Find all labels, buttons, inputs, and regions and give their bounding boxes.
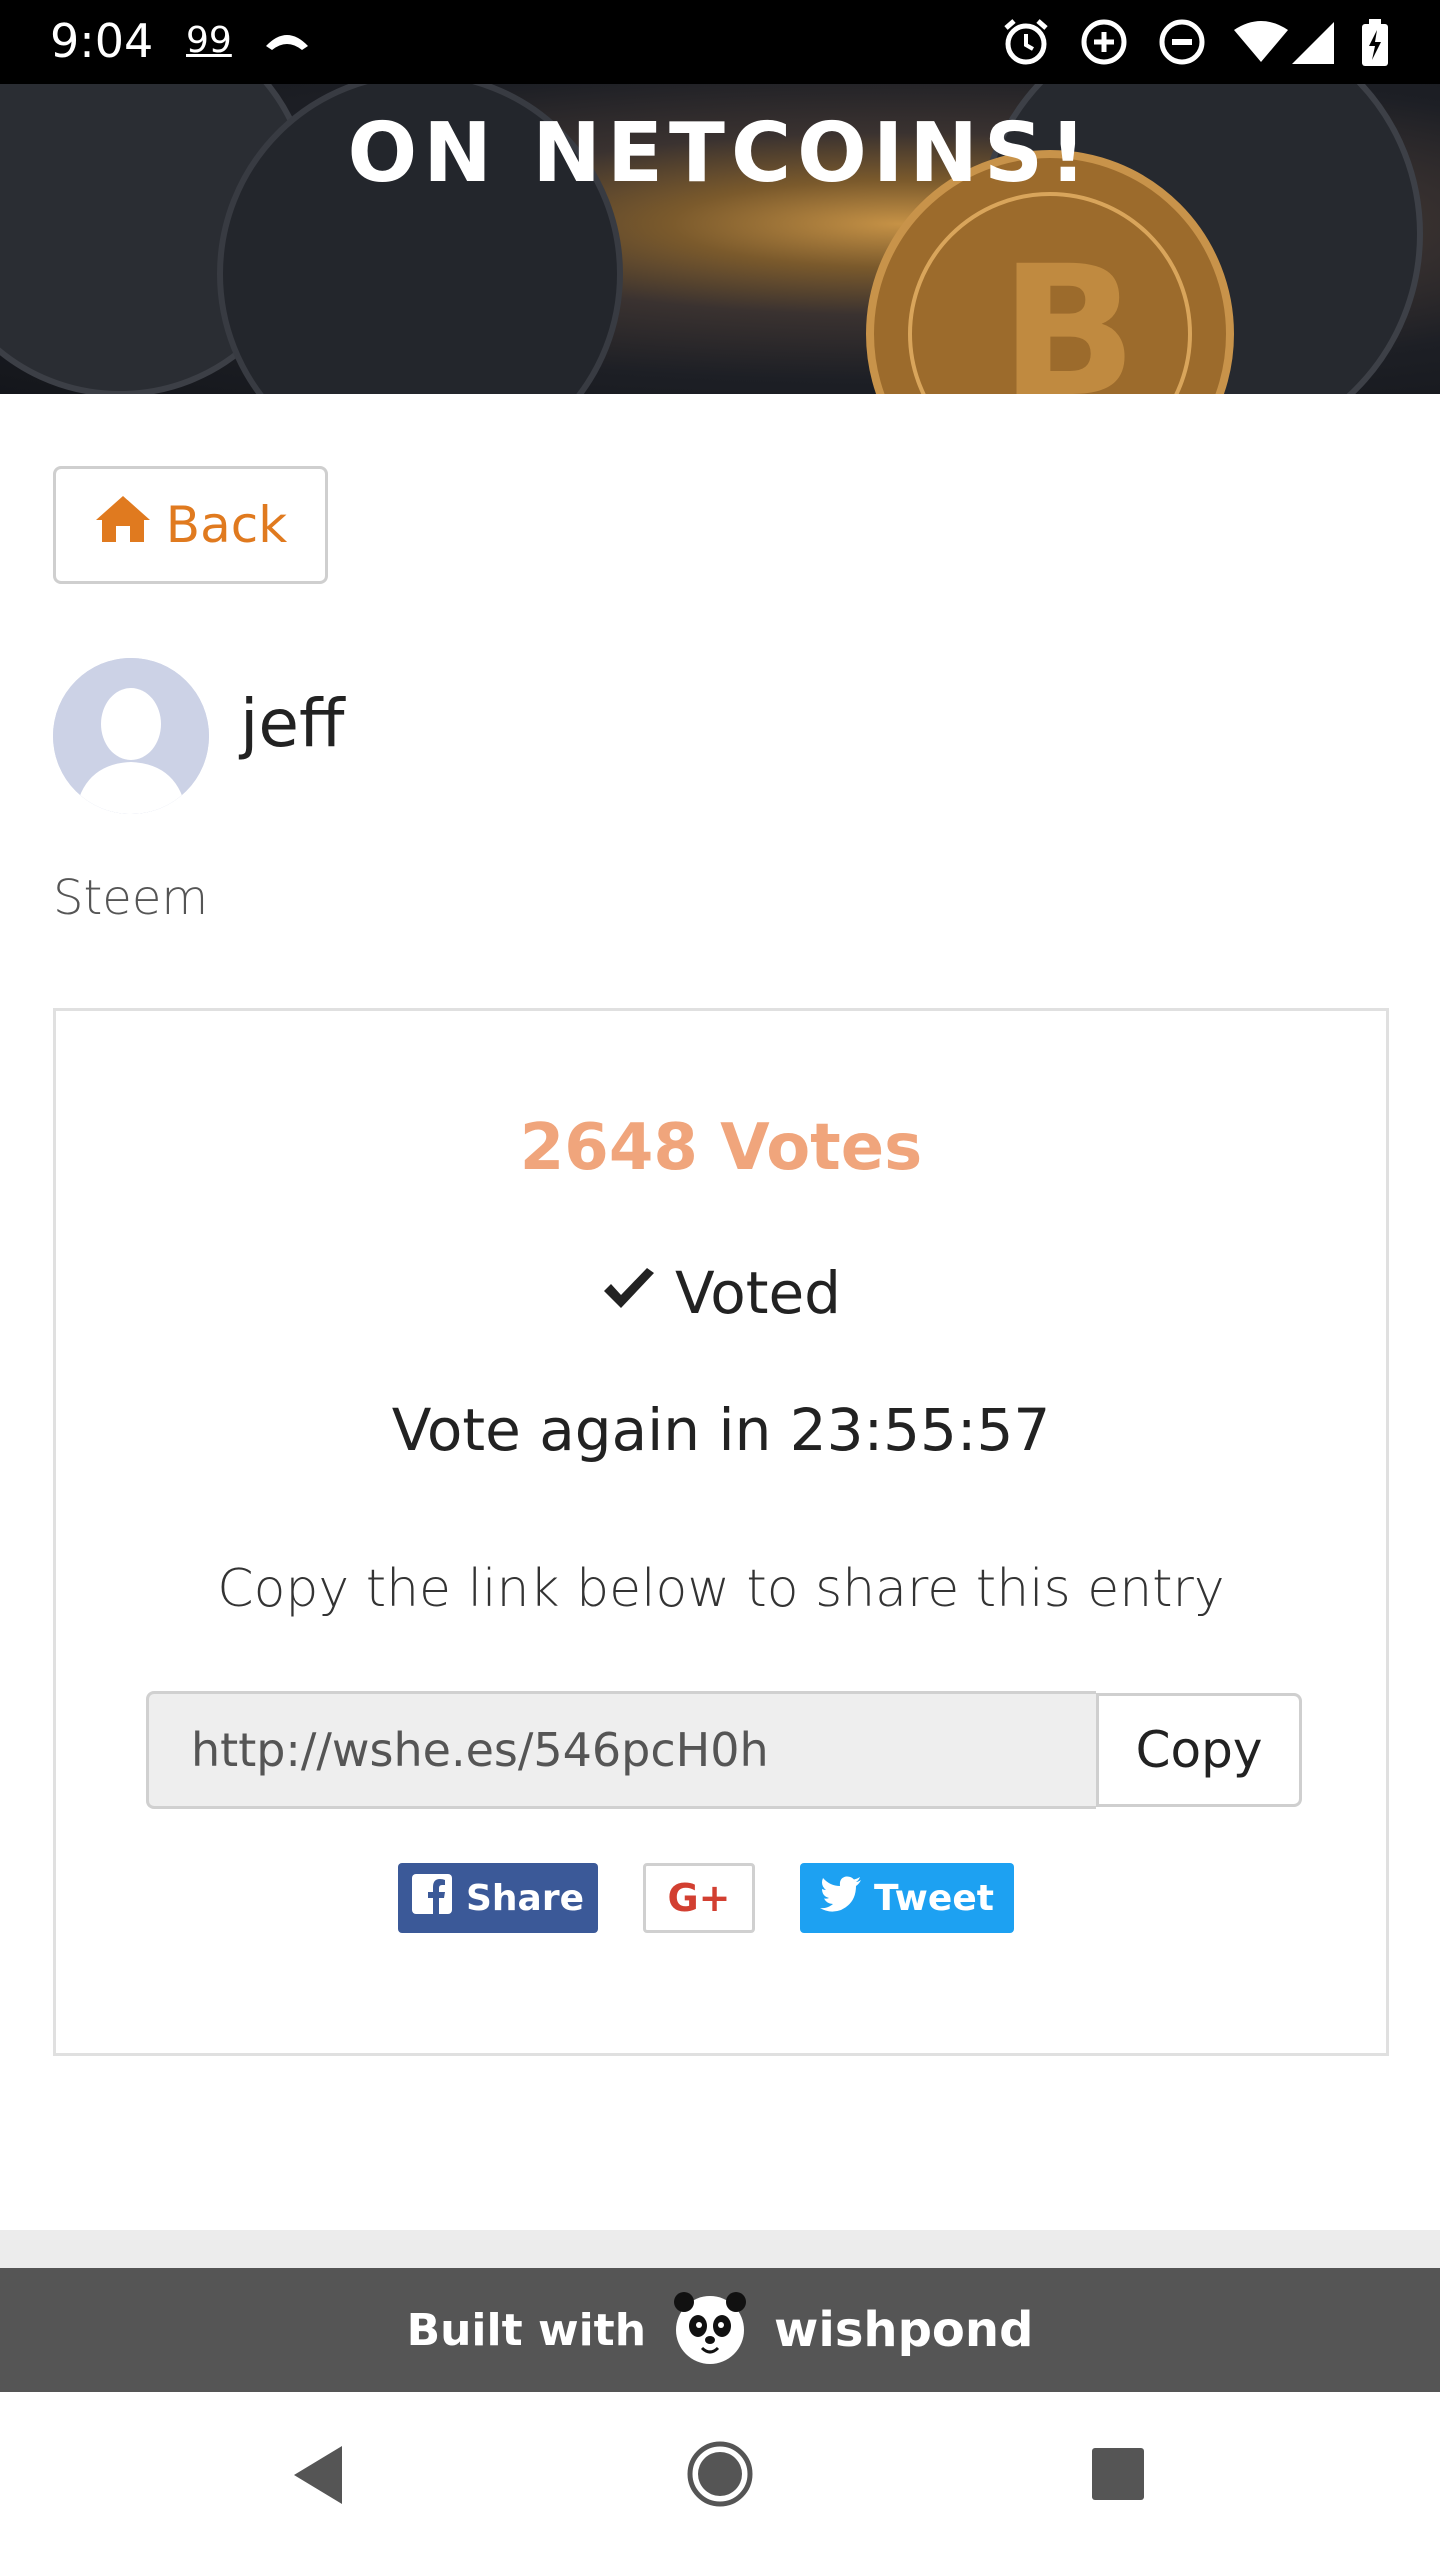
facebook-share-button[interactable]: Share [398,1863,598,1933]
wifi-icon [1232,20,1290,69]
back-button[interactable]: Back [53,466,328,584]
missed-call-icon [262,24,312,59]
alarm-icon [1000,16,1052,73]
twitter-icon [820,1875,862,1921]
wishpond-brand: wishpond [774,2302,1034,2358]
status-bar: 9:04 99 [0,0,1440,84]
back-button-label: Back [165,496,288,554]
footer-built-with[interactable]: Built with wishpond [0,2268,1440,2392]
share-link-input[interactable] [146,1691,1096,1809]
home-nav-icon[interactable] [686,2440,754,2513]
vote-again-timer: Vote again in 23:55:57 [391,1396,1051,1464]
avatar [53,658,209,814]
signal-icon [1290,20,1336,71]
facebook-share-label: Share [465,1877,585,1919]
voted-status: Voted [56,1259,1386,1327]
system-navigation-bar [0,2392,1440,2560]
banner-title: ON NETCOINS! [347,106,1093,201]
share-hint: Copy the link below to share this entry [217,1559,1225,1619]
twitter-tweet-label: Tweet [874,1877,994,1919]
vote-count: 2648 Votes [519,1111,923,1185]
googleplus-share-button[interactable]: G+ [643,1863,755,1933]
user-silhouette-icon [53,658,209,814]
twitter-tweet-button[interactable]: Tweet [800,1863,1014,1933]
googleplus-label: G+ [667,1876,731,1920]
recents-nav-icon[interactable] [1090,2446,1146,2507]
panda-logo-icon [668,2290,752,2370]
do-not-disturb-icon [1156,16,1208,73]
social-share-buttons: Share G+ Tweet [56,1863,1386,1933]
status-time: 9:04 [50,14,154,68]
footer-divider [0,2230,1440,2268]
built-with-label: Built with [406,2304,647,2356]
notification-count: 99 [186,20,232,61]
voted-label: Voted [675,1259,841,1327]
copy-button[interactable]: Copy [1096,1693,1302,1807]
entry-username: jeff [240,685,345,762]
entry-description: Steem [53,870,209,926]
checkmark-icon [601,1259,657,1327]
svg-text:B: B [1000,228,1137,394]
home-icon [94,494,152,556]
share-link-row: Copy [146,1691,1302,1809]
facebook-icon [411,1873,452,1923]
vote-card: 2648 Votes Voted Vote again in 23:55:57 … [53,1008,1389,2056]
back-nav-icon[interactable] [290,2444,346,2511]
battery-icon [1360,18,1390,73]
data-saver-icon [1078,16,1130,73]
header-banner: B ON NETCOINS! [0,84,1440,394]
